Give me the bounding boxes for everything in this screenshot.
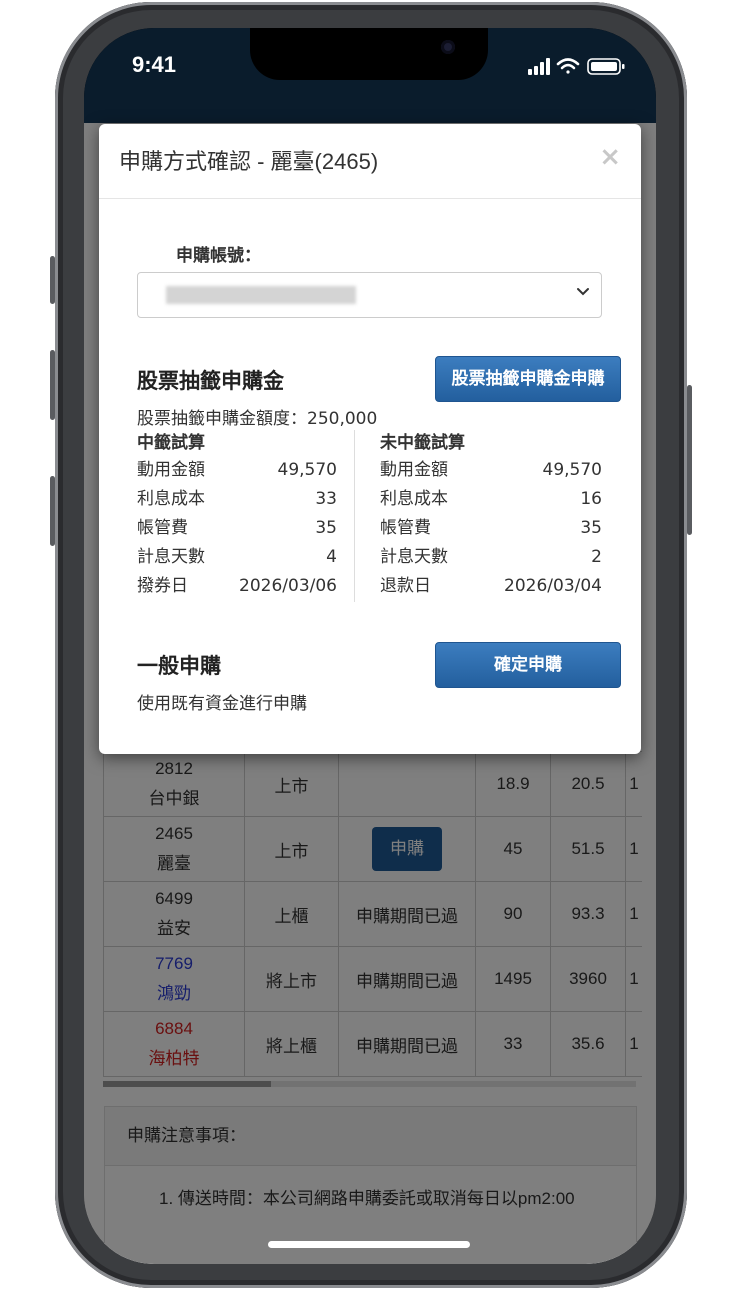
calc-row: 帳管費 35 bbox=[137, 514, 337, 543]
volume-down-button bbox=[50, 476, 55, 546]
calc-value: 33 bbox=[315, 489, 337, 509]
calc-row: 利息成本 33 bbox=[137, 485, 337, 514]
calc-row: 計息天數 2 bbox=[380, 543, 602, 572]
status-bar: 9:41 bbox=[84, 28, 656, 123]
calc-row: 動用金額 49,570 bbox=[137, 456, 337, 485]
calc-label: 動用金額 bbox=[380, 460, 448, 480]
calc-label: 撥券日 bbox=[137, 576, 188, 596]
chevron-down-icon bbox=[577, 288, 589, 296]
calc-label: 帳管費 bbox=[380, 518, 431, 538]
calc-value: 4 bbox=[326, 547, 337, 567]
calc-row: 帳管費 35 bbox=[380, 514, 602, 543]
close-icon[interactable]: × bbox=[599, 142, 621, 172]
account-select[interactable] bbox=[137, 272, 602, 318]
signal-icon bbox=[528, 58, 550, 75]
mute-switch bbox=[50, 256, 55, 304]
purchase-method-modal: 申購方式確認 - 麗臺(2465) × 申購帳號： 股票抽籤申購金 股票抽籤申購… bbox=[99, 124, 641, 754]
calc-divider bbox=[354, 430, 355, 602]
modal-title: 申購方式確認 - 麗臺(2465) bbox=[119, 149, 379, 174]
wifi-icon bbox=[556, 58, 580, 74]
calc-value: 2026/03/06 bbox=[239, 576, 337, 596]
volume-up-button bbox=[50, 350, 55, 420]
calc-row: 計息天數 4 bbox=[137, 543, 337, 572]
calc-row: 退款日 2026/03/04 bbox=[380, 572, 602, 601]
calc-label: 動用金額 bbox=[137, 460, 205, 480]
calc-value: 16 bbox=[580, 489, 602, 509]
calc-value: 35 bbox=[315, 518, 337, 538]
calc-label: 帳管費 bbox=[137, 518, 188, 538]
masked-account-value bbox=[166, 286, 356, 304]
power-button bbox=[687, 385, 692, 535]
lottery-quota: 股票抽籤申購金額度：250,000 bbox=[137, 409, 378, 429]
phone-screen: 2812台中銀上市18.920.512465麗臺上市申購4551.516499益… bbox=[84, 28, 656, 1264]
calc-label: 利息成本 bbox=[380, 489, 448, 509]
lottery-purchase-button[interactable]: 股票抽籤申購金申購 bbox=[435, 356, 621, 402]
win-calc: 中籤試算 動用金額 49,570 利息成本 33 帳管費 35 計息天數 4 撥券日 20… bbox=[137, 430, 337, 601]
calc-label: 計息天數 bbox=[137, 547, 205, 567]
camera-icon bbox=[441, 40, 455, 54]
calc-value: 49,570 bbox=[542, 460, 602, 480]
battery-icon bbox=[587, 58, 625, 75]
lose-calc-heading: 未中籤試算 bbox=[380, 433, 465, 453]
general-section-title: 一般申購 bbox=[137, 654, 221, 678]
calc-label: 退款日 bbox=[380, 576, 431, 596]
account-label: 申購帳號： bbox=[176, 246, 261, 266]
calc-row: 撥券日 2026/03/06 bbox=[137, 572, 337, 601]
home-indicator bbox=[268, 1241, 470, 1248]
calc-label: 利息成本 bbox=[137, 489, 205, 509]
notch bbox=[250, 28, 488, 80]
calc-row: 動用金額 49,570 bbox=[380, 456, 602, 485]
modal-header: 申購方式確認 - 麗臺(2465) × bbox=[99, 124, 641, 199]
confirm-purchase-button[interactable]: 確定申購 bbox=[435, 642, 621, 688]
status-time: 9:41 bbox=[132, 52, 177, 77]
calc-label: 計息天數 bbox=[380, 547, 448, 567]
status-icons bbox=[528, 58, 625, 75]
win-calc-heading: 中籤試算 bbox=[137, 433, 205, 453]
general-description: 使用既有資金進行申購 bbox=[137, 694, 307, 714]
calc-row: 利息成本 16 bbox=[380, 485, 602, 514]
calc-value: 2 bbox=[591, 547, 602, 567]
lose-calc: 未中籤試算 動用金額 49,570 利息成本 16 帳管費 35 計息天數 2 退款日 2… bbox=[380, 430, 602, 601]
calc-value: 49,570 bbox=[277, 460, 337, 480]
calc-value: 35 bbox=[580, 518, 602, 538]
lottery-section-title: 股票抽籤申購金 bbox=[137, 369, 284, 393]
calc-value: 2026/03/04 bbox=[504, 576, 602, 596]
